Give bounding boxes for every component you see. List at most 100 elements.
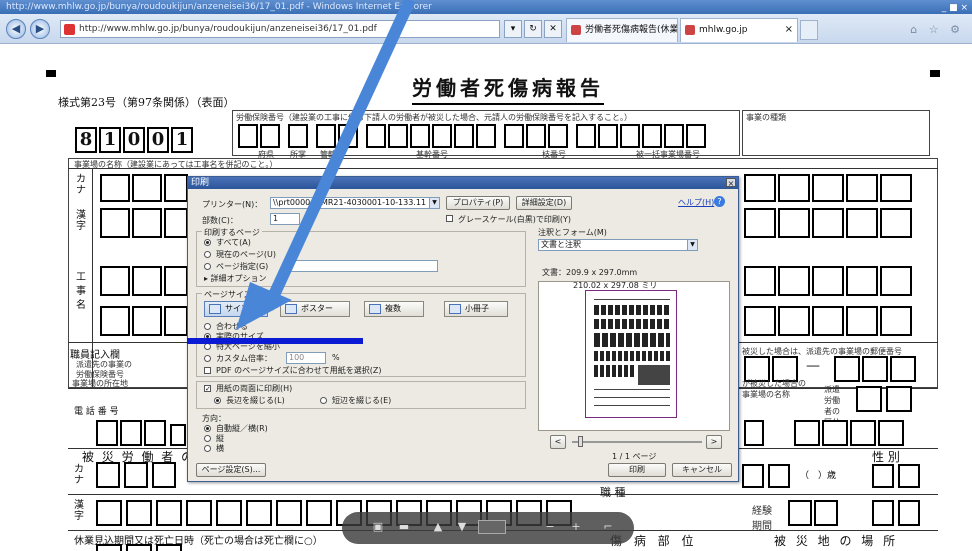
ji-label: 事	[76, 286, 86, 297]
print-preview: 210.02 x 297.08 ミリ	[538, 281, 730, 431]
tab-report[interactable]: 労働者死傷病報告(休業4日以…	[566, 18, 678, 42]
address-text: http://www.mhlw.go.jp/bunya/roudoukijun/…	[79, 24, 377, 34]
print-icon[interactable]: ▬	[396, 520, 412, 534]
landscape-radio[interactable]	[204, 445, 211, 452]
next-page-button[interactable]: >	[706, 435, 722, 449]
work-name-box	[778, 306, 810, 336]
properties-button[interactable]: プロパティ(P)	[446, 196, 510, 210]
help-icon[interactable]: ?	[714, 196, 725, 207]
long-edge-radio[interactable]	[214, 397, 221, 404]
auto-orientation-radio[interactable]	[204, 425, 211, 432]
tab-mhlw[interactable]: mhlw.go.jp ×	[680, 18, 798, 42]
custom-scale-label: カスタム倍率：	[216, 354, 272, 363]
work-name-box	[100, 266, 130, 296]
fit-radio[interactable]	[204, 323, 211, 330]
sex-box	[898, 464, 920, 488]
print-button[interactable]: 印刷	[608, 463, 666, 477]
choose-paper-checkbox[interactable]	[204, 367, 211, 374]
experience-box	[872, 500, 894, 526]
page-slider-thumb[interactable]	[578, 436, 583, 447]
page-range-input[interactable]	[288, 260, 438, 272]
phone-box	[170, 424, 186, 446]
insurance-box	[338, 124, 358, 148]
code-digit: 0	[147, 127, 169, 153]
window-controls[interactable]: _ ■ ×	[942, 1, 968, 14]
code-digit: 1	[171, 127, 193, 153]
toolbar-icons[interactable]: ⌂ ☆ ⚙	[910, 23, 964, 36]
custom-scale-input[interactable]: 100	[286, 352, 326, 364]
search-dropdown-button[interactable]: ▾	[504, 20, 522, 38]
insurance-box	[410, 124, 430, 148]
previous-page-button[interactable]: <	[550, 435, 566, 449]
page-slider[interactable]	[572, 441, 702, 443]
all-pages-radio[interactable]	[204, 239, 211, 246]
printer-select[interactable]: \\prt0000…\MR21-4030001-10-133.11 ▼	[270, 197, 440, 209]
registration-mark	[930, 70, 940, 77]
next-page-icon[interactable]: ▼	[454, 520, 470, 534]
insurance-header-note: 労働保険番号（建設業の工事に係る下請人の労働者が被災した場合、元請人の労働保険番…	[236, 113, 632, 122]
chevron-down-icon: ▼	[429, 198, 439, 208]
victim-kana-box	[742, 464, 764, 488]
custom-scale-radio[interactable]	[204, 355, 211, 362]
kana-box	[778, 174, 810, 202]
work-name-box	[100, 306, 130, 336]
grayscale-checkbox[interactable]	[446, 215, 453, 222]
multiple-tool-button[interactable]: 複数	[364, 301, 424, 317]
size-tool-button[interactable]: サイズ	[204, 301, 268, 317]
short-edge-radio[interactable]	[320, 397, 327, 404]
refresh-button[interactable]: ↻	[524, 20, 542, 38]
comments-select[interactable]: 文書と注釈 ▼	[538, 239, 698, 251]
tab-close-button[interactable]: ×	[785, 19, 793, 41]
page-setup-button[interactable]: ページ設定(S)...	[196, 463, 266, 477]
work-name-box	[744, 266, 776, 296]
copies-input[interactable]: 1	[270, 213, 300, 225]
preview-line	[594, 299, 670, 300]
dispatch-box	[856, 386, 882, 412]
dialog-close-button[interactable]: ×	[726, 178, 736, 188]
back-button[interactable]: ◀	[6, 19, 26, 39]
poster-tool-button[interactable]: ポスター	[280, 301, 350, 317]
cancel-button[interactable]: キャンセル	[672, 463, 732, 477]
page-range-radio[interactable]	[204, 263, 211, 270]
short-edge-label: 短辺を綴じる(E)	[332, 396, 392, 405]
help-link[interactable]: ヘルプ(H)	[678, 197, 714, 208]
previous-page-icon[interactable]: ▲	[430, 520, 446, 534]
new-tab-button[interactable]	[800, 20, 818, 40]
advanced-button[interactable]: 詳細設定(D)	[516, 196, 572, 210]
insurance-box	[454, 124, 474, 148]
tools-icon[interactable]: ⌐	[600, 520, 616, 534]
zoom-out-icon[interactable]: −	[542, 520, 558, 534]
na-label: 名	[76, 300, 86, 311]
duplex-checkbox[interactable]: ✓	[204, 385, 211, 393]
page-number-field[interactable]	[478, 520, 506, 534]
stop-button[interactable]: ✕	[544, 20, 562, 38]
victim-kanji-box	[96, 500, 122, 526]
current-page-label: 現在のページ(U)	[216, 250, 276, 259]
current-page-radio[interactable]	[204, 251, 211, 258]
date-box	[878, 420, 904, 446]
screen: http://www.mhlw.go.jp/bunya/roudoukijun/…	[0, 0, 972, 551]
address-bar[interactable]: http://www.mhlw.go.jp/bunya/roudoukijun/…	[60, 20, 500, 38]
booklet-tool-button[interactable]: 小冊子	[444, 301, 508, 317]
more-options-toggle[interactable]: ▸ 詳細オプション	[204, 273, 267, 284]
tab-label: mhlw.go.jp	[699, 25, 748, 35]
insurance-box	[576, 124, 596, 148]
document-size-label: 文書：209.9 x 297.0mm	[542, 268, 638, 277]
kanji-label: 漢字	[74, 500, 84, 522]
phone-box	[144, 420, 166, 446]
zoom-in-icon[interactable]: +	[568, 520, 584, 534]
pdf-floating-toolbar: ▣ ▬ ▲ ▼ − + ⌐	[342, 512, 634, 544]
shrink-radio[interactable]	[204, 343, 211, 350]
victim-kanji-box	[276, 500, 302, 526]
percent-label: %	[332, 353, 340, 362]
postal-box	[834, 356, 860, 382]
forward-button[interactable]: ▶	[30, 19, 50, 39]
pdf-favicon-icon	[571, 25, 581, 35]
postal-box	[890, 356, 916, 382]
preview-block	[594, 319, 670, 329]
work-name-box	[812, 266, 844, 296]
insurance-box	[388, 124, 408, 148]
portrait-radio[interactable]	[204, 435, 211, 442]
preview-block	[594, 365, 634, 377]
save-icon[interactable]: ▣	[370, 520, 386, 534]
